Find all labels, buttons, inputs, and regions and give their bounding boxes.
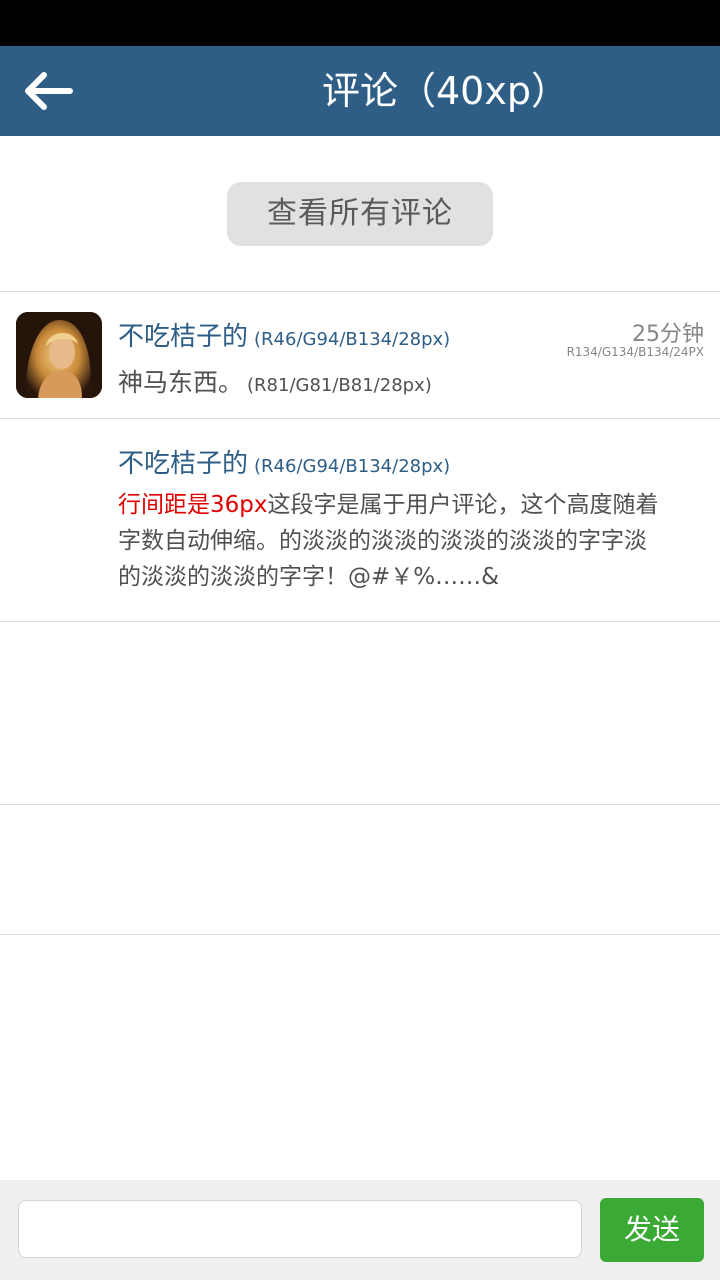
- view-all-section: 查看所有评论: [0, 136, 720, 291]
- app-bar: 评论（40xp）: [0, 46, 720, 136]
- status-bar: [0, 0, 720, 46]
- comment-time-spec-note: R134/G134/B134/24PX: [566, 345, 704, 359]
- comment-body: 这段字是属于用户评论，这个高度随着: [267, 492, 659, 518]
- page-title: 评论（40xp）: [322, 69, 569, 113]
- line-spacing-note: 行间距是36px: [118, 492, 268, 518]
- comment-composer: 发送: [0, 1180, 720, 1280]
- comments-screen: 评论（40xp） 查看所有评论 不吃桔子的 (R46/G94/B134/28px)…: [0, 0, 720, 1280]
- comment-time: 25分钟: [632, 322, 704, 347]
- comment-text: 神马东西。 (R81/G81/B81/28px): [118, 363, 432, 399]
- divider: [0, 934, 720, 935]
- username-text[interactable]: 不吃桔子的: [118, 449, 248, 479]
- comment-spec-note: (R81/G81/B81/28px): [247, 375, 432, 396]
- username-spec-note: (R46/G94/B134/28px): [254, 456, 451, 477]
- comment-input[interactable]: [18, 1200, 582, 1258]
- divider: [0, 621, 720, 622]
- comment-line: 行间距是36px这段字是属于用户评论，这个高度随着: [118, 487, 708, 523]
- divider: [0, 291, 720, 292]
- back-button[interactable]: [18, 66, 78, 116]
- view-all-comments-button[interactable]: 查看所有评论: [227, 182, 493, 246]
- comment-username[interactable]: 不吃桔子的 (R46/G94/B134/28px): [118, 316, 450, 353]
- divider: [0, 418, 720, 419]
- comment-line: 的淡淡的淡淡的字字！@#￥%……&: [118, 564, 500, 590]
- comment-text: 行间距是36px这段字是属于用户评论，这个高度随着 字数自动伸缩。的淡淡的淡淡的…: [118, 487, 708, 595]
- username-text[interactable]: 不吃桔子的: [118, 322, 248, 352]
- comment-line: 字数自动伸缩。的淡淡的淡淡的淡淡的淡淡的字字淡: [118, 528, 647, 554]
- arrow-left-icon: [25, 72, 73, 110]
- divider: [0, 804, 720, 805]
- send-button[interactable]: 发送: [600, 1198, 704, 1262]
- avatar-photo-icon: [16, 312, 102, 398]
- comment-username[interactable]: 不吃桔子的 (R46/G94/B134/28px): [118, 443, 450, 480]
- comment-body: 神马东西。: [118, 368, 244, 397]
- avatar[interactable]: [16, 312, 102, 398]
- username-spec-note: (R46/G94/B134/28px): [254, 329, 451, 350]
